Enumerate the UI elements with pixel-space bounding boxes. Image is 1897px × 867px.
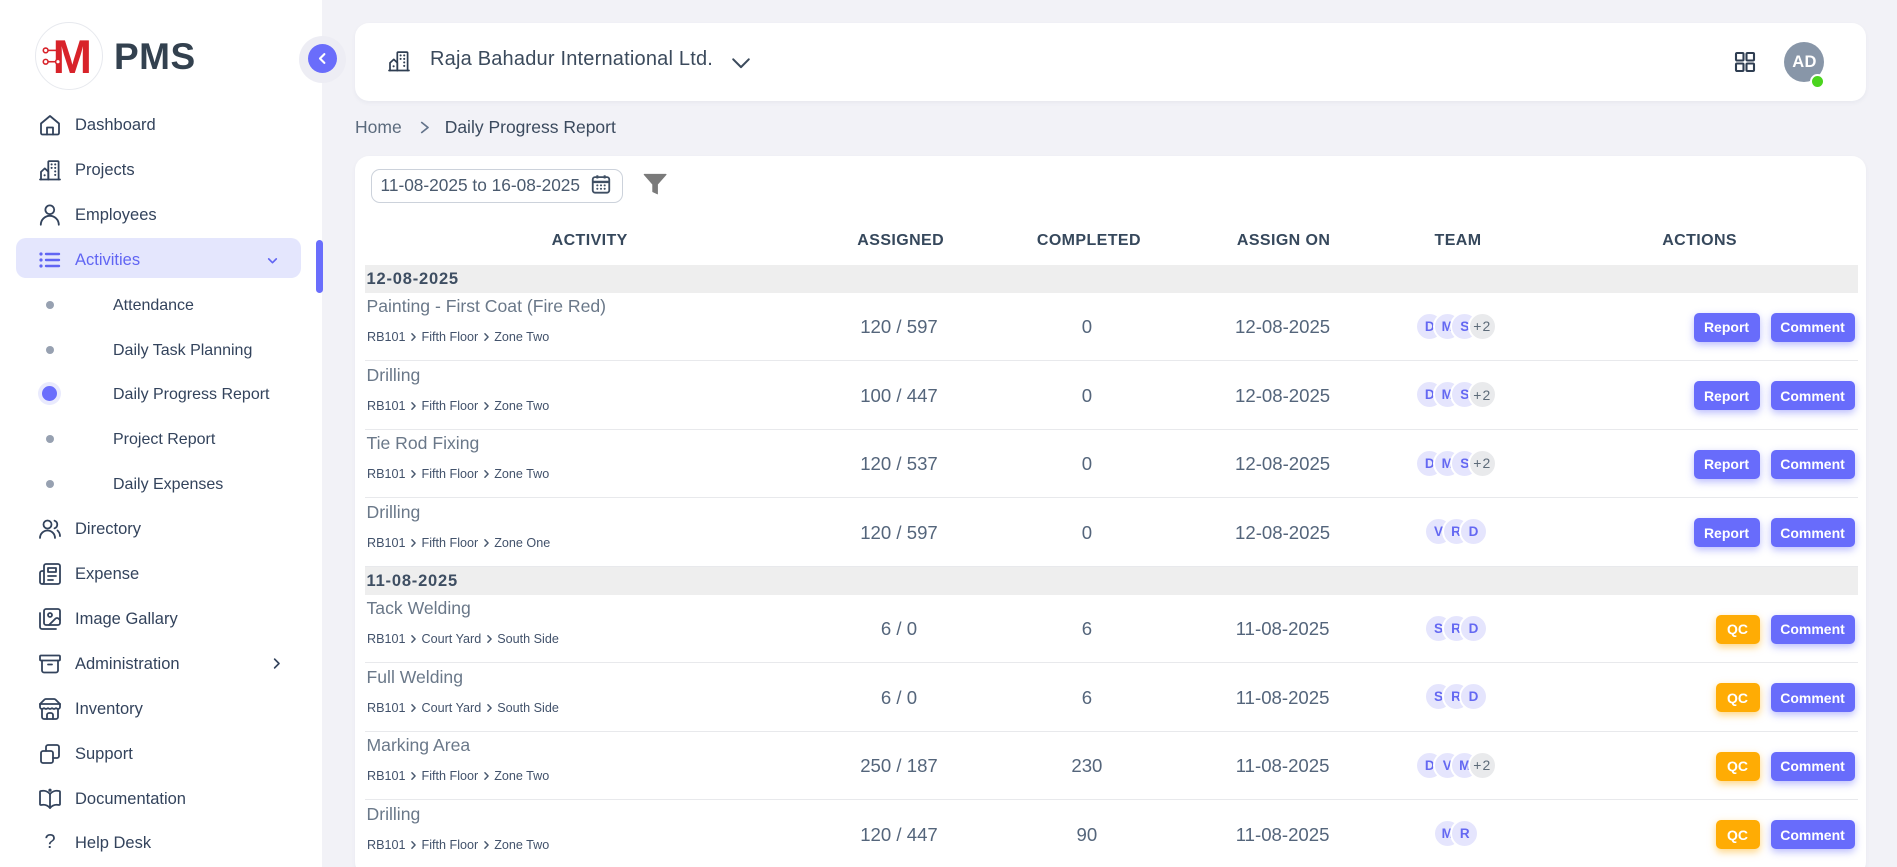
svg-text:M: M: [53, 31, 92, 84]
